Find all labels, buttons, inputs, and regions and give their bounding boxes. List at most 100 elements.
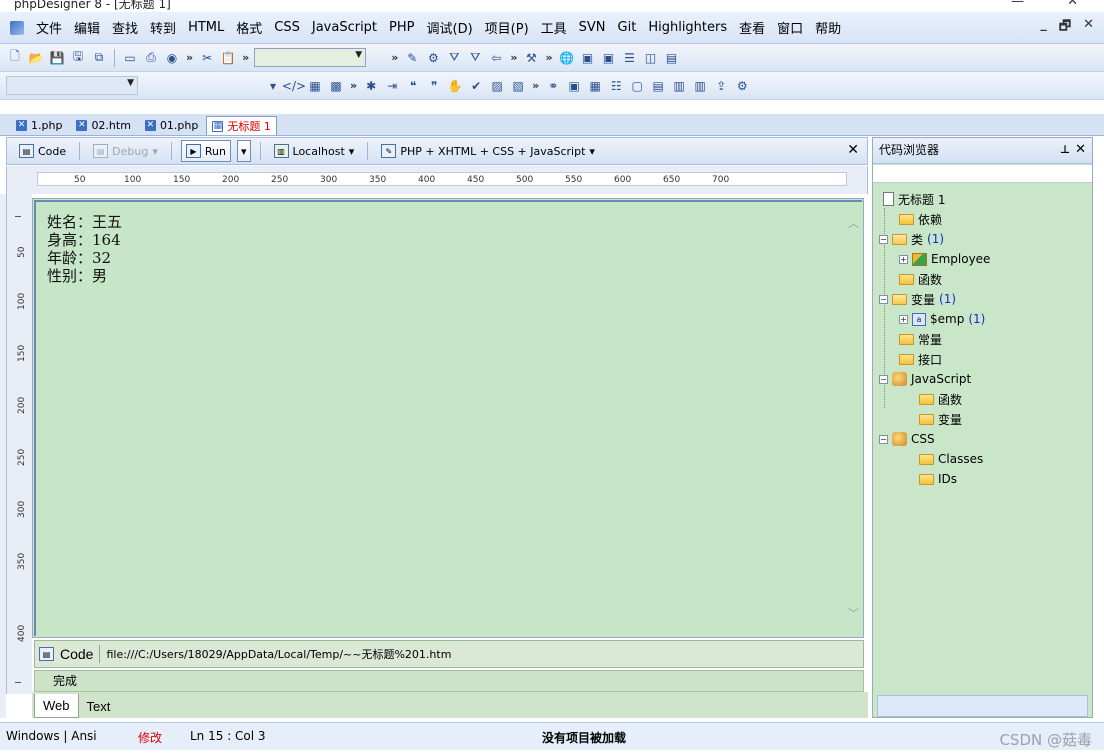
close-tab-icon[interactable]: ✕ xyxy=(144,120,156,131)
code-browser-footer-tabs[interactable] xyxy=(877,695,1088,717)
tree-item-interfaces[interactable]: 接口 xyxy=(899,350,942,368)
menu-javascript[interactable]: JavaScript xyxy=(306,20,383,35)
panel-icon[interactable]: ▣ xyxy=(579,49,597,67)
scroll-down-icon[interactable]: ﹀ xyxy=(848,605,859,621)
debug-button[interactable]: ▤ Debug ▾ xyxy=(89,140,162,162)
paste-icon[interactable]: 📋 xyxy=(219,49,237,67)
mdi-minimize-button[interactable]: _ xyxy=(1040,17,1047,39)
toolbar-overflow-icon[interactable]: » xyxy=(240,51,251,64)
snippet-icon[interactable]: ⚙ xyxy=(424,49,442,67)
tree-item-variables[interactable]: − 变量 (1) xyxy=(879,290,956,308)
collapse-icon[interactable]: − xyxy=(879,434,888,444)
vertical-scrollbar[interactable]: ︿ ﹀ xyxy=(847,209,861,627)
close-tab-icon[interactable]: ✕ xyxy=(76,120,88,131)
collapse-icon[interactable]: − xyxy=(879,374,888,384)
frame-icon[interactable]: ▤ xyxy=(649,77,667,95)
copy-file-icon[interactable]: ⧉ xyxy=(90,49,108,67)
tab-01-php[interactable]: ✕ 01.php xyxy=(139,116,204,135)
toolbar-combo-secondary[interactable]: ▼ xyxy=(6,76,138,95)
run-button[interactable]: ▶ Run xyxy=(180,140,231,162)
settings-icon[interactable]: ⚙ xyxy=(733,77,751,95)
save-all-icon[interactable]: 🖫 xyxy=(69,49,87,67)
tree-item-javascript[interactable]: − JavaScript xyxy=(879,370,971,388)
menu-goto[interactable]: 转到 xyxy=(144,18,182,37)
panel-alt-icon[interactable]: ▣ xyxy=(600,49,618,67)
menu-project[interactable]: 项目(P) xyxy=(479,18,535,37)
uncomment-icon[interactable]: ❞ xyxy=(425,77,443,95)
tree-item-js-functions[interactable]: 函数 xyxy=(919,390,962,408)
tab-web[interactable]: Web xyxy=(34,694,79,718)
scroll-up-icon[interactable]: ︿ xyxy=(848,215,859,231)
tree-item-functions[interactable]: 函数 xyxy=(899,270,942,288)
toolbar-overflow-icon[interactable]: » xyxy=(184,51,195,64)
preview-url[interactable]: file:///C:/Users/18029/AppData/Local/Tem… xyxy=(106,646,451,662)
save-icon[interactable]: 💾 xyxy=(48,49,66,67)
filter-icon[interactable]: ⛛ xyxy=(445,49,463,67)
div-icon[interactable]: ▢ xyxy=(628,77,646,95)
tree-item-css[interactable]: − CSS xyxy=(879,430,935,448)
menu-window[interactable]: 窗口 xyxy=(771,18,809,37)
dropdown-icon[interactable]: ▾ xyxy=(264,77,282,95)
tab-1-php[interactable]: ✕ 1.php xyxy=(10,116,68,135)
indent-icon[interactable]: ⇥ xyxy=(383,77,401,95)
mode-select[interactable]: ✎ PHP + XHTML + CSS + JavaScript ▾ xyxy=(377,140,599,162)
minimize-button[interactable]: — xyxy=(1011,0,1024,9)
close-preview-icon[interactable]: ✕ xyxy=(847,142,859,158)
tree-item-classes[interactable]: − 类 (1) xyxy=(879,230,944,248)
layout-icon[interactable]: ▤ xyxy=(663,49,681,67)
expand-icon[interactable]: + xyxy=(899,314,908,324)
toolbar-overflow-icon[interactable]: » xyxy=(543,51,554,64)
menu-git[interactable]: Git xyxy=(612,20,643,35)
insert-image-icon[interactable]: ▣ xyxy=(565,77,583,95)
hand-icon[interactable]: ✋ xyxy=(446,77,464,95)
tree-item-dependencies[interactable]: 依赖 xyxy=(899,210,942,228)
tree-item-constants[interactable]: 常量 xyxy=(899,330,942,348)
table-icon[interactable]: ▦ xyxy=(586,77,604,95)
tab-text[interactable]: Text xyxy=(79,694,119,718)
menu-format[interactable]: 格式 xyxy=(230,18,268,37)
collapse-icon[interactable]: − xyxy=(879,234,888,244)
browse-icon[interactable]: ▧ xyxy=(509,77,527,95)
close-window-button[interactable]: ✕ xyxy=(1067,0,1078,9)
split-vertical-icon[interactable]: ◫ xyxy=(642,49,660,67)
preview-active-icon[interactable]: ▥ xyxy=(691,77,709,95)
split-horizontal-icon[interactable]: ☰ xyxy=(621,49,639,67)
pin-icon[interactable]: ⊥ xyxy=(1060,138,1070,162)
code-tag-icon[interactable]: </> xyxy=(282,77,306,95)
browser-globe-icon[interactable]: ◉ xyxy=(163,49,181,67)
menu-svn[interactable]: SVN xyxy=(573,20,612,35)
picture-icon[interactable]: ▨ xyxy=(488,77,506,95)
print-icon[interactable]: ⎙ xyxy=(142,49,160,67)
expand-icon[interactable]: + xyxy=(899,254,908,264)
toolbar-overflow-icon[interactable]: » xyxy=(389,51,400,64)
tab-02-htm[interactable]: ✕ 02.htm xyxy=(70,116,137,135)
tree-item-css-ids[interactable]: IDs xyxy=(919,470,957,488)
cut-icon[interactable]: ✂ xyxy=(198,49,216,67)
menu-html[interactable]: HTML xyxy=(182,20,230,35)
menu-edit[interactable]: 编辑 xyxy=(68,18,106,37)
menu-find[interactable]: 查找 xyxy=(106,18,144,37)
open-folder-icon[interactable]: 📂 xyxy=(27,49,45,67)
edit-tag-icon[interactable]: ✎ xyxy=(403,49,421,67)
menu-debug[interactable]: 调试(D) xyxy=(421,18,479,37)
toolbar-combo[interactable]: ▼ xyxy=(254,48,367,67)
tree-item-emp[interactable]: + a $emp (1) xyxy=(899,310,985,328)
menu-view[interactable]: 查看 xyxy=(733,18,771,37)
menu-help[interactable]: 帮助 xyxy=(809,18,847,37)
new-file-icon[interactable]: 🗋 xyxy=(6,49,24,67)
web-preview-pane[interactable]: 姓名：王五 身高：164 年龄：32 性别：男 ︿ ﹀ xyxy=(32,198,864,638)
code-browser-filter[interactable] xyxy=(873,165,1092,183)
code-view-icon[interactable]: ▤ xyxy=(39,647,54,661)
tree-item-js-variables[interactable]: 变量 xyxy=(919,410,962,428)
tools-icon[interactable]: ⚒ xyxy=(522,49,540,67)
close-panel-icon[interactable]: ✕ xyxy=(1075,138,1086,162)
filter-add-icon[interactable]: ⛛ xyxy=(466,49,484,67)
toolbar-overflow-icon[interactable]: » xyxy=(348,79,359,92)
list-icon[interactable]: ☷ xyxy=(607,77,625,95)
menu-tools[interactable]: 工具 xyxy=(535,18,573,37)
menu-highlighters[interactable]: Highlighters xyxy=(642,20,733,35)
tree-item-css-classes[interactable]: Classes xyxy=(919,450,983,468)
code-button[interactable]: ▤ Code xyxy=(15,140,70,162)
globe-icon[interactable]: 🌐 xyxy=(558,49,576,67)
run-dropdown[interactable]: ▾ xyxy=(236,140,251,162)
